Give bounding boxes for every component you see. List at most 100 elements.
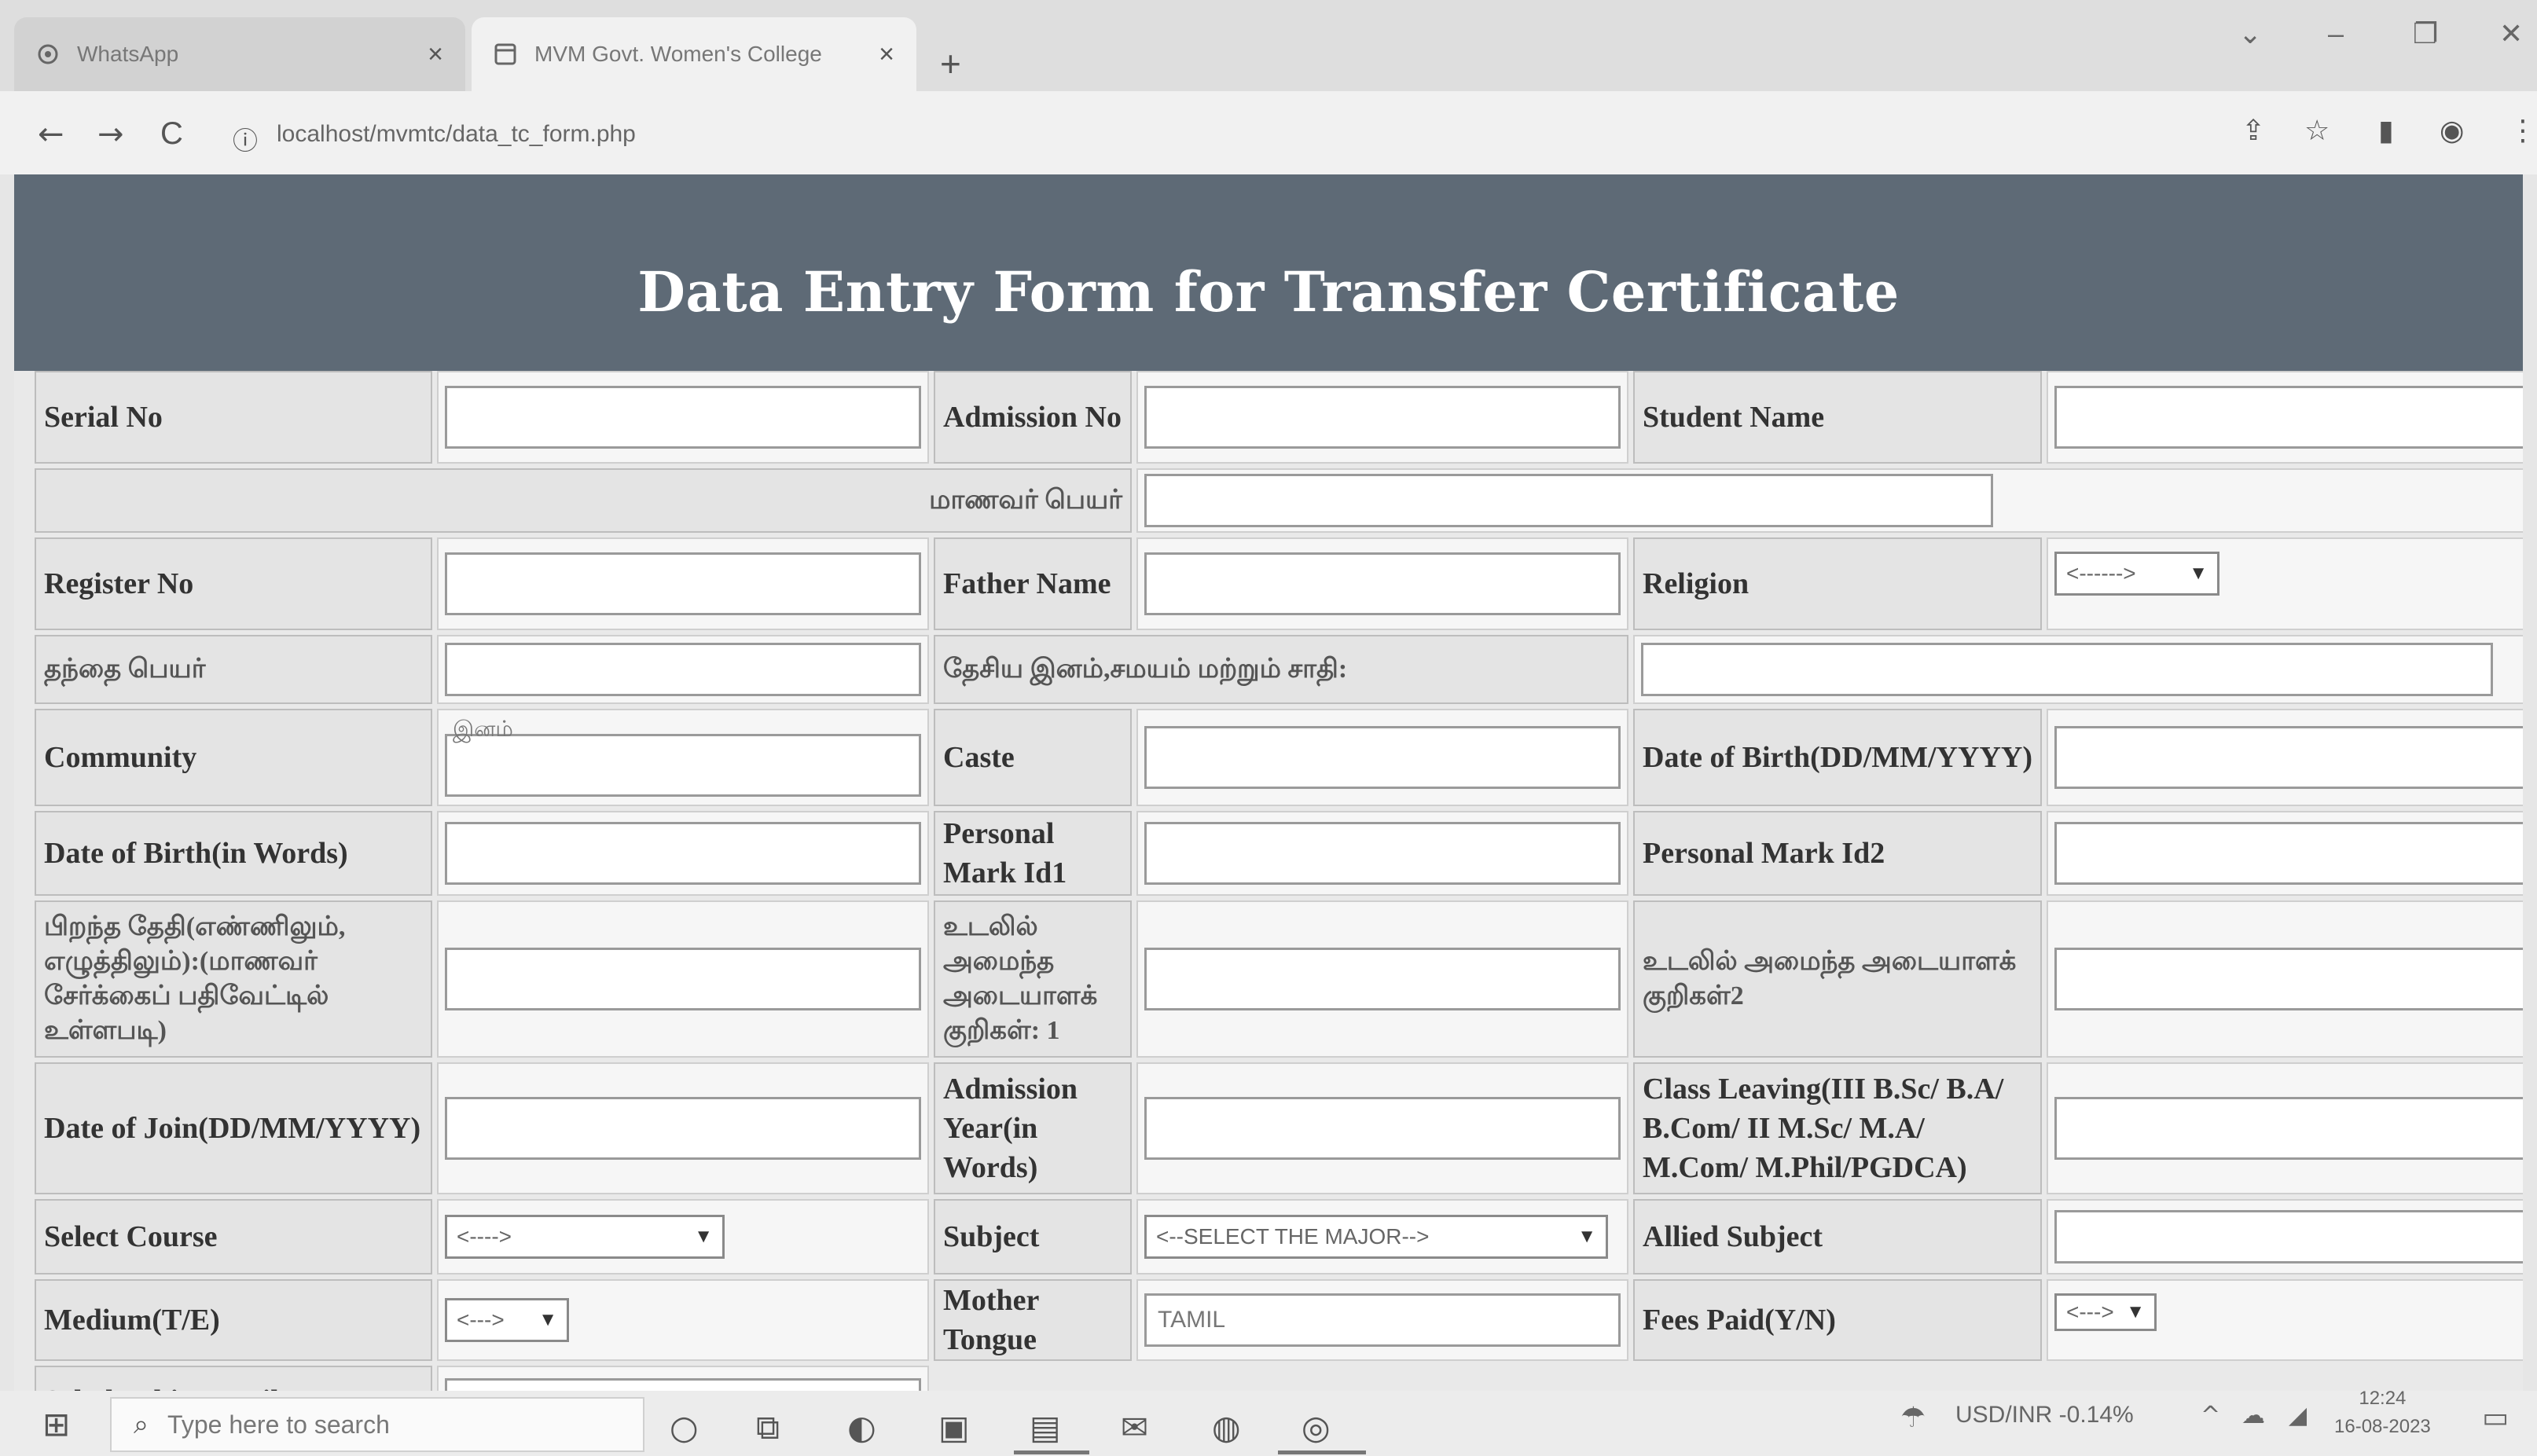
student-name-input[interactable] xyxy=(2054,386,2523,449)
forward-button[interactable]: → xyxy=(97,116,124,152)
mark-1-tamil-label: உடலில் அமைந்த அடையாளக் குறிகள்: 1 xyxy=(934,900,1132,1058)
mother-tongue-label: Mother Tongue xyxy=(934,1279,1132,1361)
mark-2-tamil-input[interactable] xyxy=(2054,948,2523,1010)
student-name-tamil-input[interactable] xyxy=(1144,474,1993,527)
religion-select[interactable]: <------> ▼ xyxy=(2054,552,2219,596)
serial-no-label: Serial No xyxy=(35,371,432,464)
back-button[interactable]: ← xyxy=(38,116,64,152)
father-name-tamil-input[interactable] xyxy=(445,643,921,696)
religion-label: Religion xyxy=(1633,537,2042,630)
tc-form: Serial No Admission No Student Name மாணவ… xyxy=(35,371,2523,1391)
personal-mark-2-label: Personal Mark Id2 xyxy=(1633,811,2042,896)
minimize-button[interactable]: – xyxy=(2328,17,2344,50)
firefox-icon[interactable]: ◍ xyxy=(1212,1408,1241,1447)
fees-paid-select[interactable]: <---> ▼ xyxy=(2054,1293,2157,1331)
mark-2-tamil-label: உடலில் அமைந்த அடையாளக் குறிகள்2 xyxy=(1633,900,2042,1058)
community-input[interactable] xyxy=(445,734,921,797)
star-icon[interactable]: ☆ xyxy=(2304,115,2330,147)
network-icon[interactable]: ◢ xyxy=(2289,1402,2307,1429)
chevron-down-icon[interactable]: ⌄ xyxy=(2238,17,2262,50)
subject-select[interactable]: <--SELECT THE MAJOR--> ▼ xyxy=(1144,1215,1608,1259)
restore-button[interactable]: ❐ xyxy=(2413,17,2438,50)
page-title: Data Entry Form for Transfer Certificate xyxy=(637,259,1900,325)
chevron-down-icon: ▼ xyxy=(1577,1226,1596,1247)
dob-tamil-input[interactable] xyxy=(445,948,921,1010)
window-close-button[interactable]: ✕ xyxy=(2499,17,2523,50)
father-name-label: Father Name xyxy=(934,537,1132,630)
task-view-icon[interactable]: ⧉ xyxy=(756,1408,780,1447)
scholarship-label: Scholarship Detail xyxy=(35,1366,432,1391)
tab-label: MVM Govt. Women's College xyxy=(534,42,822,66)
taskbar-clock[interactable]: 12:24 16-08-2023 xyxy=(2334,1384,2431,1441)
medium-select[interactable]: <---> ▼ xyxy=(445,1298,569,1342)
subject-label: Subject xyxy=(934,1199,1132,1274)
class-leaving-input[interactable] xyxy=(2054,1097,2523,1160)
serial-no-input[interactable] xyxy=(445,386,921,449)
sidebar-icon[interactable]: ▮ xyxy=(2378,115,2394,147)
search-placeholder: Type here to search xyxy=(167,1410,390,1439)
share-icon[interactable]: ⇪ xyxy=(2241,115,2265,147)
chrome-icon[interactable]: ◎ xyxy=(1302,1408,1331,1447)
nationality-tamil-label: தேசிய இனம்,சமயம் மற்றும் சாதி: xyxy=(934,635,1628,704)
mail-icon[interactable]: ✉ xyxy=(1121,1408,1148,1447)
scholarship-input[interactable] xyxy=(445,1378,921,1391)
caste-label: Caste xyxy=(934,709,1132,806)
dob-input[interactable] xyxy=(2054,726,2523,789)
currency-ticker[interactable]: USD/INR -0.14% xyxy=(1955,1402,2134,1428)
caste-input[interactable] xyxy=(1144,726,1621,789)
fees-paid-label: Fees Paid(Y/N) xyxy=(1633,1279,2042,1361)
chevron-up-icon[interactable]: ^ xyxy=(2201,1402,2220,1429)
admission-no-input[interactable] xyxy=(1144,386,1621,449)
chevron-down-icon: ▼ xyxy=(538,1309,557,1330)
personal-mark-1-label: Personal Mark Id1 xyxy=(934,811,1132,896)
personal-mark-1-input[interactable] xyxy=(1144,822,1621,885)
register-no-label: Register No xyxy=(35,537,432,630)
clock-time: 12:24 xyxy=(2359,1388,2407,1409)
tab-college[interactable]: MVM Govt. Women's College × xyxy=(472,17,916,91)
taskbar-search[interactable]: ⌕ Type here to search xyxy=(110,1397,644,1452)
page-header: Data Entry Form for Transfer Certificate xyxy=(14,174,2523,371)
chevron-down-icon: ▼ xyxy=(694,1226,713,1247)
admission-year-input[interactable] xyxy=(1144,1097,1621,1160)
onedrive-icon[interactable]: ☁ xyxy=(2241,1402,2265,1429)
clock-date: 16-08-2023 xyxy=(2334,1416,2431,1437)
profile-icon[interactable]: ◉ xyxy=(2440,115,2464,147)
weather-icon[interactable]: ☂ xyxy=(1900,1402,1926,1434)
store-icon[interactable]: ▣ xyxy=(938,1408,970,1447)
personal-mark-2-input[interactable] xyxy=(2054,822,2523,885)
select-course-label: Select Course xyxy=(35,1199,432,1274)
close-icon[interactable]: × xyxy=(428,39,443,70)
course-select[interactable]: <----> ▼ xyxy=(445,1215,725,1259)
active-app-indicator xyxy=(1278,1450,1366,1454)
page-icon xyxy=(494,42,517,66)
new-tab-button[interactable]: + xyxy=(940,42,961,85)
admission-year-label: Admission Year(in Words) xyxy=(934,1062,1132,1194)
dob-tamil-label: பிறந்த தேதி(எண்ணிலும், எழுத்திலும்):(மாண… xyxy=(35,900,432,1058)
dob-label: Date of Birth(DD/MM/YYYY) xyxy=(1633,709,2042,806)
admission-no-label: Admission No xyxy=(934,371,1132,464)
edge-icon[interactable]: ◐ xyxy=(847,1408,876,1447)
dob-words-input[interactable] xyxy=(445,822,921,885)
father-name-input[interactable] xyxy=(1144,552,1621,615)
allied-subject-input[interactable] xyxy=(2054,1210,2523,1263)
close-icon[interactable]: × xyxy=(879,39,894,70)
menu-icon[interactable]: ⋮ xyxy=(2509,115,2537,147)
info-icon[interactable]: ⓘ xyxy=(233,121,258,157)
mother-tongue-input[interactable] xyxy=(1144,1293,1621,1347)
cortana-icon[interactable]: ○ xyxy=(670,1408,699,1447)
allied-subject-label: Allied Subject xyxy=(1633,1199,2042,1274)
register-no-input[interactable] xyxy=(445,552,921,615)
father-name-tamil-label: தந்தை பெயர் xyxy=(35,635,432,704)
nationality-tamil-input[interactable] xyxy=(1641,643,2493,696)
notification-icon[interactable]: ▭ xyxy=(2482,1402,2509,1434)
doj-input[interactable] xyxy=(445,1097,921,1160)
tab-whatsapp[interactable]: WhatsApp × xyxy=(14,17,465,91)
doj-label: Date of Join(DD/MM/YYYY) xyxy=(35,1062,432,1194)
address-bar[interactable]: localhost/mvmtc/data_tc_form.php xyxy=(277,121,636,148)
file-explorer-icon[interactable]: ▤ xyxy=(1030,1408,1061,1447)
windows-start-icon[interactable]: ⊞ xyxy=(42,1405,70,1443)
reload-button[interactable]: C xyxy=(160,116,183,152)
mark-1-tamil-input[interactable] xyxy=(1144,948,1621,1010)
whatsapp-icon xyxy=(36,42,60,66)
chevron-down-icon: ▼ xyxy=(2189,563,2208,584)
